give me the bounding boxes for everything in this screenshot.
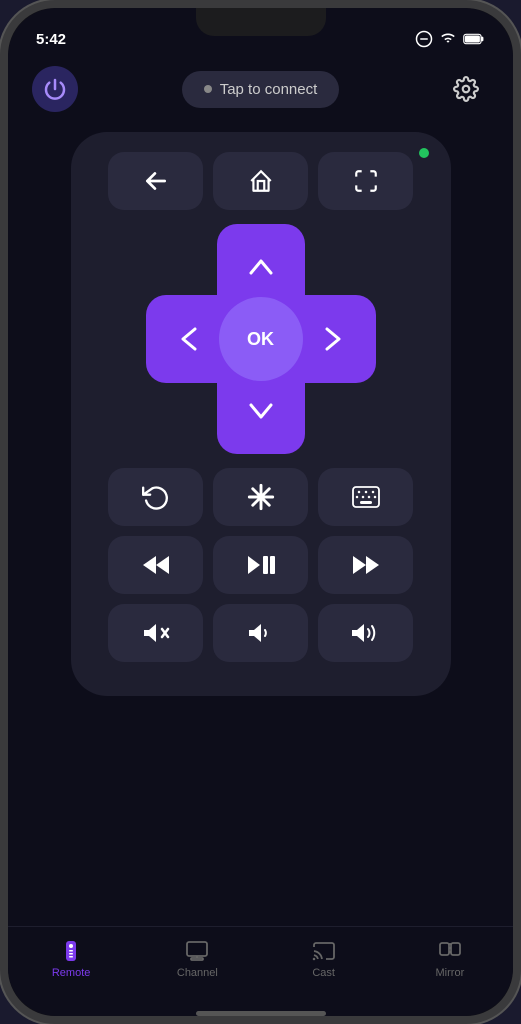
status-time: 5:42 (36, 31, 66, 48)
dpad: OK (146, 224, 376, 454)
back-icon (143, 170, 169, 192)
play-pause-button[interactable] (213, 536, 308, 594)
connect-button[interactable]: Tap to connect (182, 71, 340, 108)
fullscreen-icon (353, 168, 379, 194)
play-pause-icon (246, 554, 276, 576)
fast-forward-button[interactable] (318, 536, 413, 594)
dpad-right-button[interactable] (298, 295, 368, 383)
tab-channel-label: Channel (177, 967, 218, 979)
tab-cast[interactable]: Cast (289, 939, 359, 979)
wifi-icon (439, 32, 457, 46)
settings-button[interactable] (443, 66, 489, 112)
rewind-icon (141, 554, 171, 576)
home-button[interactable] (213, 152, 308, 210)
mirror-tab-icon (438, 939, 462, 963)
screen: 5:42 (8, 8, 513, 1016)
rewind-button[interactable] (108, 536, 203, 594)
channel-tab-icon (185, 939, 209, 963)
remote-panel: OK (8, 122, 513, 926)
tab-channel[interactable]: Channel (162, 939, 232, 979)
replay-icon (142, 483, 170, 511)
volume-up-icon (352, 621, 380, 645)
connect-dot (204, 85, 212, 93)
mute-button[interactable] (108, 604, 203, 662)
ok-button[interactable]: OK (219, 297, 303, 381)
home-icon (248, 168, 274, 194)
volume-up-button[interactable] (318, 604, 413, 662)
power-button[interactable] (32, 66, 78, 112)
dpad-container: OK (91, 224, 431, 454)
control-row-3 (91, 604, 431, 662)
connect-text: Tap to connect (220, 81, 318, 98)
back-button[interactable] (108, 152, 203, 210)
keyboard-button[interactable] (318, 468, 413, 526)
phone-frame: 5:42 (0, 0, 521, 1024)
tab-bar: Remote Channel Cast (8, 926, 513, 1007)
remote-tab-icon (59, 939, 83, 963)
dpad-down-button[interactable] (217, 376, 305, 446)
replay-button[interactable] (108, 468, 203, 526)
settings-icon (453, 76, 479, 102)
volume-down-button[interactable] (213, 604, 308, 662)
control-row-1 (91, 468, 431, 526)
power-icon (43, 77, 67, 101)
mute-icon (142, 621, 170, 645)
tab-remote-label: Remote (52, 967, 91, 979)
tab-remote[interactable]: Remote (36, 939, 106, 979)
status-green-dot (419, 148, 429, 158)
signal-icon (415, 30, 433, 48)
fast-forward-icon (351, 554, 381, 576)
home-indicator (196, 1011, 326, 1016)
battery-icon (463, 33, 485, 45)
options-button[interactable] (213, 468, 308, 526)
control-row-2 (91, 536, 431, 594)
dpad-left-button[interactable] (154, 295, 224, 383)
ok-label: OK (247, 329, 274, 350)
dpad-up-button[interactable] (217, 232, 305, 302)
keyboard-icon (352, 486, 380, 508)
cast-tab-icon (312, 939, 336, 963)
nav-row (91, 152, 431, 210)
asterisk-icon (247, 483, 275, 511)
remote-body: OK (71, 132, 451, 696)
fullscreen-button[interactable] (318, 152, 413, 210)
tab-mirror-label: Mirror (436, 967, 465, 979)
notch (196, 8, 326, 36)
tab-cast-label: Cast (312, 967, 335, 979)
header: Tap to connect (8, 56, 513, 122)
status-icons (415, 30, 485, 48)
tab-mirror[interactable]: Mirror (415, 939, 485, 979)
volume-down-icon (247, 621, 275, 645)
